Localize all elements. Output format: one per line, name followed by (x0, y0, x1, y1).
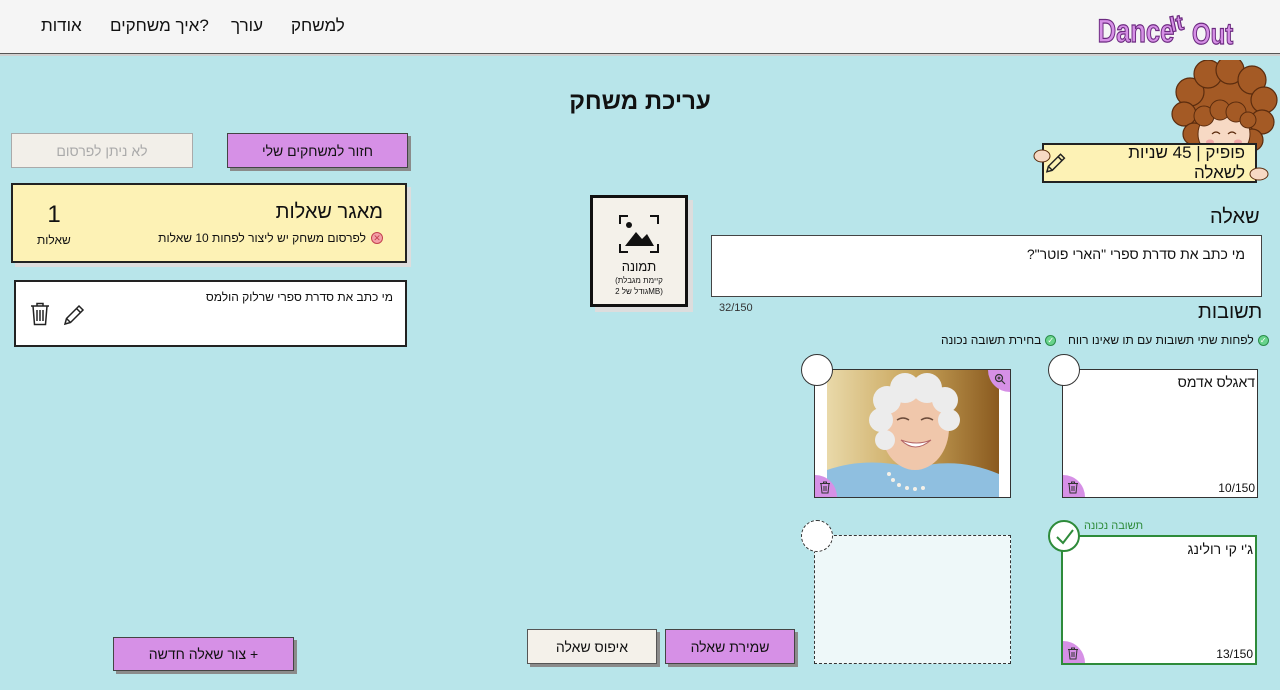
svg-text:Out: Out (1192, 16, 1233, 50)
question-section-label: שאלה (1210, 206, 1260, 228)
requirement-correct-answer: ✓ בחירת תשובה נכונה (941, 333, 1057, 347)
svg-text:Dance: Dance (1098, 14, 1175, 49)
answer-1-correct-toggle[interactable] (1048, 354, 1080, 386)
image-upload-icon (619, 215, 659, 253)
requirement-two-answers: ✓ לפחות שתי תשובות עם תו שאינו רווח (1068, 333, 1269, 347)
timer-setting-label[interactable]: פופיק | 45 שניות לשאלה (1042, 143, 1257, 183)
answer-card-2[interactable] (814, 369, 1011, 498)
check-circle-icon: ✓ (1257, 334, 1269, 346)
image-size-hint-line2: גודל של 2MB) (615, 287, 663, 296)
question-bank-title: מאגר שאלות (275, 201, 383, 223)
answers-section-label: תשובות (1198, 301, 1263, 323)
question-text-value: מי כתב את סדרת ספרי "הארי פוטר"? (1026, 246, 1245, 262)
image-upload-label: תמונה (621, 259, 657, 274)
back-to-my-games-button[interactable]: חזור למשחקים שלי (227, 133, 408, 168)
trash-icon[interactable] (29, 302, 51, 326)
check-circle-icon: ✓ (1045, 334, 1057, 346)
answer-3-delete-button[interactable] (1063, 641, 1085, 663)
page-title: עריכת משחק (569, 88, 711, 115)
answer-1-char-counter: 10/150 (1218, 481, 1255, 495)
image-size-hint-line1: (קיימת מגבלת (615, 276, 663, 285)
pencil-icon[interactable] (62, 303, 86, 327)
requirement-correct-answer-text: בחירת תשובה נכונה (941, 333, 1042, 347)
publish-requirement-warning: ✕ לפרסום משחק יש ליצור לפחות 10 שאלות (158, 231, 383, 245)
answer-2-photo (827, 370, 999, 497)
question-text-input[interactable]: מי כתב את סדרת ספרי "הארי פוטר"? (711, 235, 1262, 297)
checkmark-icon (1056, 529, 1074, 545)
top-nav-bar: אודות איך משחקים? עורך למשחק Dance It Ou… (0, 0, 1280, 54)
create-new-question-button[interactable]: צור שאלה חדשה + (113, 637, 294, 671)
question-count-label: שאלות (37, 233, 71, 247)
answer-4-correct-toggle[interactable] (801, 520, 833, 552)
dance-it-out-logo[interactable]: Dance It Out (1096, 4, 1246, 50)
question-bank-panel: מאגר שאלות ✕ לפרסום משחק יש ליצור לפחות … (11, 183, 407, 263)
error-icon: ✕ (371, 232, 383, 244)
save-question-button[interactable]: שמירת שאלה (665, 629, 795, 664)
answer-3-char-counter: 13/150 (1216, 647, 1253, 661)
nav-play[interactable]: למשחק (291, 16, 345, 36)
timer-setting-text: פופיק | 45 שניות לשאלה (1128, 143, 1245, 182)
question-count: 1 (47, 201, 61, 228)
answer-1-text: דאגלס אדמס (1177, 374, 1255, 390)
answer-card-3[interactable]: ג'י קי רולינג 13/150 (1061, 535, 1257, 665)
requirement-two-answers-text: לפחות שתי תשובות עם תו שאינו רווח (1068, 333, 1254, 347)
avatar-right-hand-icon (1249, 167, 1269, 181)
question-list-item-text: מי כתב את סדרת ספרי שרלוק הולמס (205, 290, 393, 304)
answer-card-1[interactable]: דאגלס אדמס 10/150 (1062, 369, 1258, 498)
reset-question-button[interactable]: איפוס שאלה (527, 629, 657, 664)
answer-card-4-empty[interactable] (814, 535, 1011, 664)
trash-icon (1068, 647, 1078, 660)
nav-editor[interactable]: עורך (231, 16, 263, 36)
correct-answer-tag: תשובה נכונה (1084, 520, 1144, 532)
zoom-in-icon (994, 373, 1006, 385)
question-list-item[interactable]: מי כתב את סדרת ספרי שרלוק הולמס (14, 280, 407, 347)
nav-about[interactable]: אודות (41, 16, 82, 36)
answer-2-correct-toggle[interactable] (801, 354, 833, 386)
trash-icon (820, 481, 830, 494)
question-char-counter: 32/150 (719, 302, 753, 314)
image-upload-box[interactable]: תמונה (קיימת מגבלת גודל של 2MB) (590, 195, 688, 307)
nav-how-to-play[interactable]: איך משחקים? (110, 16, 209, 36)
answer-1-delete-button[interactable] (1063, 475, 1085, 497)
answer-3-correct-toggle[interactable] (1048, 520, 1080, 552)
avatar-left-hand-icon (1033, 149, 1051, 163)
cannot-publish-button[interactable]: לא ניתן לפרסום (11, 133, 193, 168)
publish-requirement-text: לפרסום משחק יש ליצור לפחות 10 שאלות (158, 231, 366, 245)
answer-3-text: ג'י קי רולינג (1187, 541, 1253, 557)
trash-icon (1068, 481, 1078, 494)
